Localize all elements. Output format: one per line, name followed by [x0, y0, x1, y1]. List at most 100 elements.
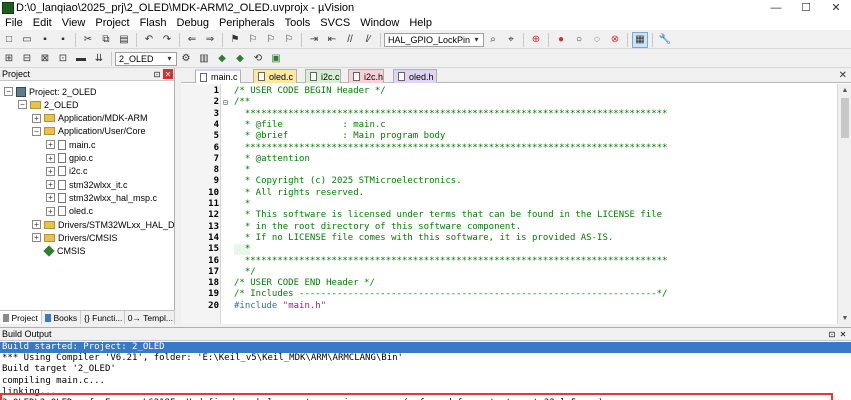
- download-icon[interactable]: ⇊: [91, 51, 107, 67]
- pin-icon[interactable]: ⊡: [152, 69, 162, 79]
- tree-item[interactable]: + Drivers/CMSIS: [32, 231, 118, 244]
- batch-build-icon[interactable]: ⊡: [55, 51, 71, 67]
- menu-view[interactable]: View: [57, 17, 91, 29]
- tree-item[interactable]: − Project: 2_OLED: [4, 85, 97, 98]
- code-line[interactable]: 1 /* USER CODE BEGIN Header */: [181, 86, 837, 97]
- code-line[interactable]: 8 *: [181, 165, 837, 176]
- expand-icon[interactable]: +: [46, 193, 55, 203]
- save-all-icon[interactable]: ▪: [55, 32, 71, 48]
- tree-item[interactable]: + main.c: [46, 138, 96, 151]
- collapse-icon[interactable]: −: [4, 87, 13, 96]
- new-file-icon[interactable]: □: [1, 32, 17, 48]
- debug-session-icon[interactable]: ⊕: [528, 32, 544, 48]
- chevron-down-icon[interactable]: ▾: [471, 34, 482, 46]
- menu-project[interactable]: Project: [90, 17, 134, 29]
- menu-tools[interactable]: Tools: [280, 17, 316, 29]
- bookmark-icon[interactable]: ⚑: [227, 32, 243, 48]
- expand-icon[interactable]: +: [46, 140, 55, 150]
- code-line[interactable]: 20 #include "main.h": [181, 301, 837, 312]
- open-folder-icon[interactable]: ▭: [19, 32, 35, 48]
- menu-svcs[interactable]: SVCS: [315, 17, 355, 29]
- disable-breakpoints-icon[interactable]: ◌: [589, 32, 605, 48]
- code-line[interactable]: 5 * @brief : Main program body: [181, 131, 837, 142]
- scroll-down-icon[interactable]: ▼: [838, 312, 851, 324]
- code-line[interactable]: 14 * If no LICENSE file comes with this …: [181, 233, 837, 244]
- prev-bookmark-icon[interactable]: ⚐: [245, 32, 261, 48]
- translate-icon[interactable]: ⊞: [1, 51, 17, 67]
- enable-breakpoint-icon[interactable]: ○: [571, 32, 587, 48]
- expand-icon[interactable]: +: [46, 153, 55, 163]
- file-extensions-icon[interactable]: ▥: [196, 51, 212, 67]
- editor-vertical-scrollbar[interactable]: ▲ ▼: [837, 84, 851, 324]
- expand-icon[interactable]: +: [46, 166, 55, 176]
- menu-debug[interactable]: Debug: [172, 17, 214, 29]
- editor-tab[interactable]: oled.c: [253, 69, 297, 83]
- expand-icon[interactable]: +: [46, 206, 55, 216]
- tab-project[interactable]: Project: [0, 311, 42, 324]
- tree-item[interactable]: + i2c.c: [46, 165, 88, 178]
- find-combo[interactable]: HAL_GPIO_LockPin ▾: [384, 32, 484, 47]
- tree-item[interactable]: + Drivers/STM32WLxx_HAL_Driver: [32, 218, 192, 231]
- rebuild-icon[interactable]: ⊠: [37, 51, 53, 67]
- pack-installer-icon[interactable]: ◆: [232, 51, 248, 67]
- code-line[interactable]: 6 **************************************…: [181, 143, 837, 154]
- tree-item[interactable]: + gpio.c: [46, 152, 93, 165]
- event-recorder-icon[interactable]: ▣: [268, 51, 284, 67]
- code-line[interactable]: 10 * All rights reserved.: [181, 188, 837, 199]
- collapse-icon[interactable]: −: [18, 100, 27, 110]
- indent-icon[interactable]: ⇥: [306, 32, 322, 48]
- tree-item[interactable]: + oled.c: [46, 205, 93, 218]
- menu-help[interactable]: Help: [404, 17, 437, 29]
- editor-tab[interactable]: i2c.h: [348, 69, 384, 83]
- pin-icon[interactable]: ⊡: [827, 329, 837, 339]
- code-line[interactable]: 15 *: [181, 244, 837, 256]
- scroll-thumb[interactable]: [841, 98, 849, 138]
- code-line[interactable]: 11 *: [181, 199, 837, 210]
- code-line[interactable]: 3 **************************************…: [181, 109, 837, 120]
- editor-tab[interactable]: i2c.c: [305, 69, 341, 83]
- maximize-button[interactable]: ☐: [791, 0, 821, 15]
- code-line[interactable]: 4 * @file : main.c: [181, 120, 837, 131]
- scroll-up-icon[interactable]: ▲: [838, 84, 851, 96]
- close-icon[interactable]: ✕: [838, 329, 848, 339]
- tree-item[interactable]: + stm32wlxx_it.c: [46, 178, 128, 191]
- code-line[interactable]: 2 ⊟/**: [181, 97, 837, 108]
- code-line[interactable]: 13 * in the root directory of this softw…: [181, 222, 837, 233]
- tree-item[interactable]: − Application/User/Core: [32, 125, 146, 138]
- target-combo[interactable]: 2_OLED ▾: [115, 51, 177, 66]
- editor-tab[interactable]: main.c: [195, 69, 241, 83]
- nav-back-icon[interactable]: ⇐: [184, 32, 200, 48]
- menu-peripherals[interactable]: Peripherals: [214, 17, 280, 29]
- expand-icon[interactable]: +: [32, 113, 41, 123]
- tree-item[interactable]: − 2_OLED: [18, 98, 79, 111]
- insert-breakpoint-icon[interactable]: ●: [553, 32, 569, 48]
- stop-build-icon[interactable]: ▬: [73, 51, 89, 67]
- editor-tab[interactable]: oled.h: [393, 69, 437, 83]
- redo-icon[interactable]: ↷: [159, 32, 175, 48]
- target-options-icon[interactable]: ⚙: [178, 51, 194, 67]
- close-window-button[interactable]: ✕: [821, 0, 851, 15]
- copy-icon[interactable]: ⧉: [98, 32, 114, 48]
- paste-icon[interactable]: ▤: [116, 32, 132, 48]
- tree-item[interactable]: + Application/MDK-ARM: [32, 112, 148, 125]
- incremental-find-icon[interactable]: ⌖: [503, 32, 519, 48]
- uncomment-icon[interactable]: /∕: [360, 32, 376, 48]
- undo-icon[interactable]: ↶: [141, 32, 157, 48]
- clear-bookmarks-icon[interactable]: ⚐: [281, 32, 297, 48]
- select-packs-icon[interactable]: ⟲: [250, 51, 266, 67]
- code-line[interactable]: 18 /* USER CODE END Header */: [181, 278, 837, 289]
- code-line[interactable]: 7 * @attention: [181, 154, 837, 165]
- menu-flash[interactable]: Flash: [135, 17, 172, 29]
- kill-breakpoints-icon[interactable]: ⊗: [607, 32, 623, 48]
- code-line[interactable]: 17 */: [181, 267, 837, 278]
- close-editor-icon[interactable]: ✕: [839, 70, 847, 81]
- manage-components-icon[interactable]: ◆: [214, 51, 230, 67]
- expand-icon[interactable]: +: [32, 233, 41, 243]
- next-bookmark-icon[interactable]: ⚐: [263, 32, 279, 48]
- configure-icon[interactable]: 🔧: [657, 32, 673, 48]
- fold-marker[interactable]: ⊟: [223, 97, 231, 108]
- code-line[interactable]: 19 /* Includes --------------------------…: [181, 289, 837, 300]
- menu-file[interactable]: File: [0, 17, 28, 29]
- save-icon[interactable]: ▪: [37, 32, 53, 48]
- tree-item[interactable]: + stm32wlxx_hal_msp.c: [46, 191, 157, 204]
